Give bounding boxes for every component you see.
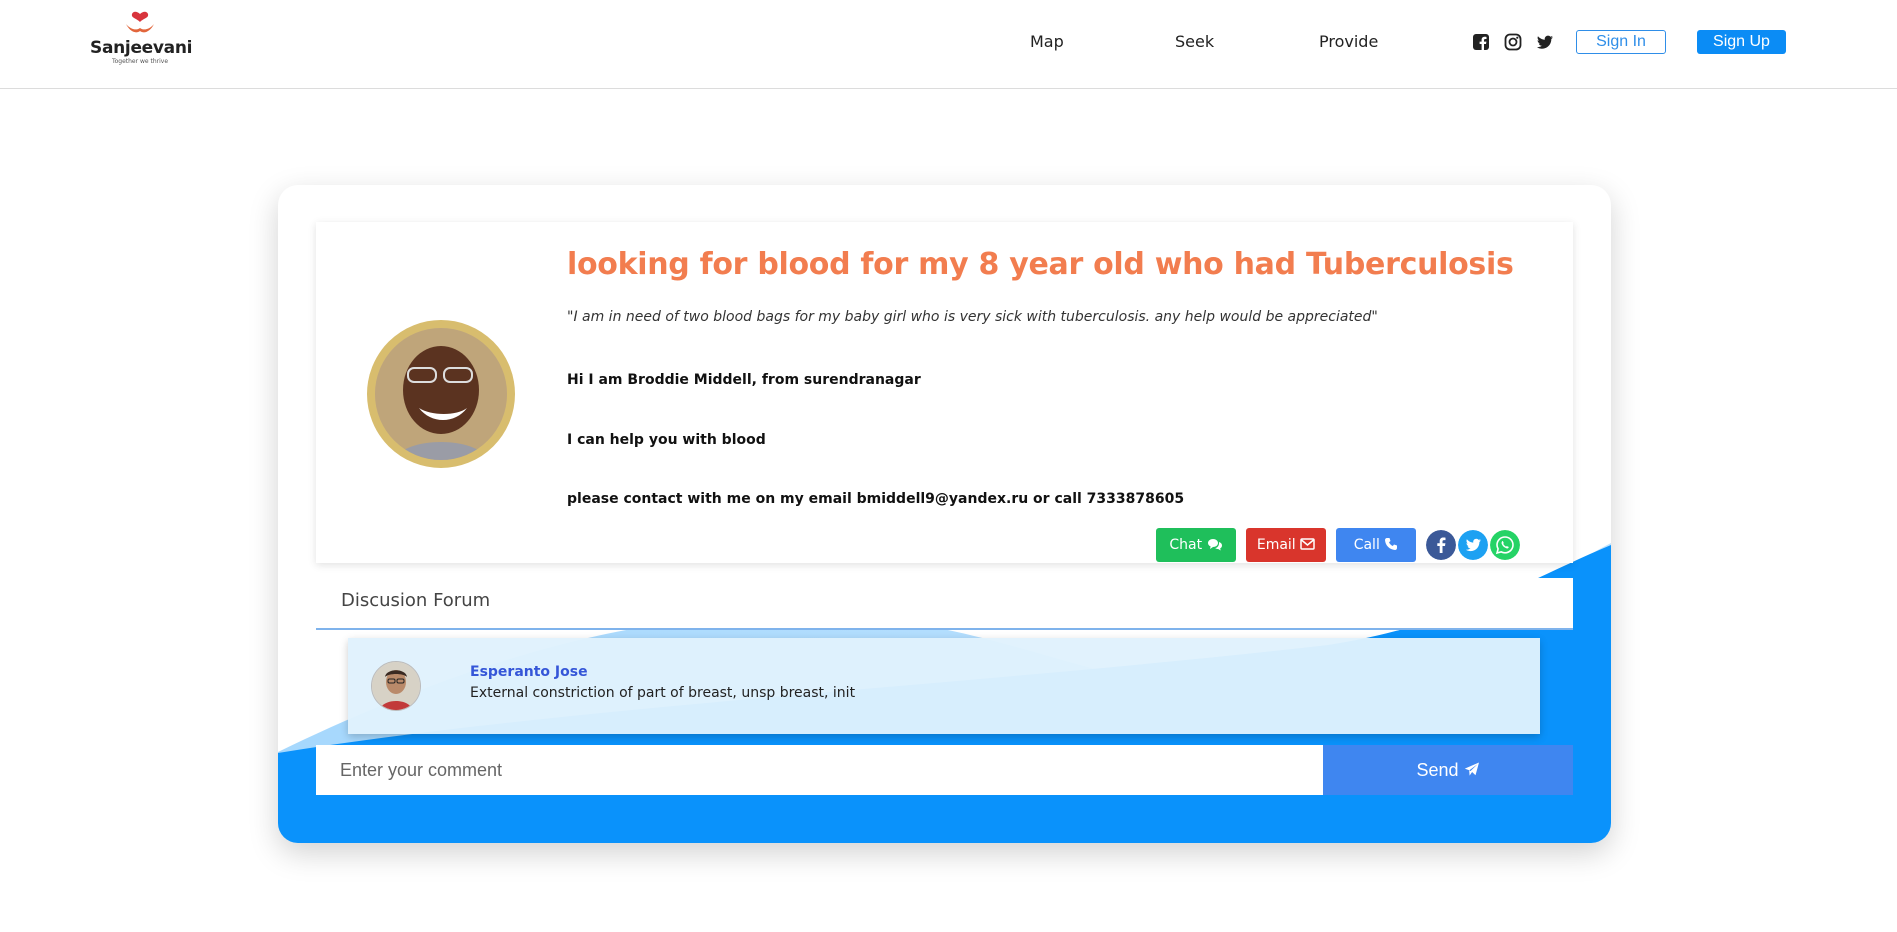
person-photo-icon — [375, 328, 507, 460]
commenter-avatar — [371, 661, 421, 711]
chat-label: Chat — [1169, 537, 1203, 553]
comment-text: External constriction of part of breast,… — [470, 685, 856, 701]
request-post: looking for blood for my 8 year old who … — [316, 222, 1573, 563]
nav-seek[interactable]: Seek — [1175, 32, 1214, 51]
nav-provide[interactable]: Provide — [1319, 32, 1378, 51]
comment-author[interactable]: Esperanto Jose — [470, 664, 588, 680]
post-quote: "I am in need of two blood bags for my b… — [567, 309, 1378, 325]
phone-icon — [1385, 538, 1398, 550]
brand-name: Sanjeevani — [90, 38, 193, 58]
paper-plane-icon — [1464, 762, 1479, 776]
call-label: Call — [1353, 537, 1380, 553]
post-intro: Hi I am Broddie Middell, from surendrana… — [567, 372, 921, 388]
person-photo-icon — [372, 662, 420, 710]
instagram-icon[interactable] — [1504, 33, 1522, 51]
chat-button[interactable]: Chat — [1156, 528, 1236, 562]
envelope-icon — [1300, 538, 1315, 550]
sign-in-button[interactable]: Sign In — [1576, 30, 1666, 54]
sign-up-button[interactable]: Sign Up — [1697, 30, 1786, 54]
post-offer: I can help you with blood — [567, 432, 766, 448]
send-label: Send — [1416, 760, 1459, 780]
email-button[interactable]: Email — [1246, 528, 1326, 562]
top-navbar: Sanjeevani Together we thrive Map Seek P… — [0, 0, 1897, 89]
twitter-icon[interactable] — [1536, 33, 1554, 51]
post-title: looking for blood for my 8 year old who … — [567, 247, 1514, 282]
chat-bubbles-icon — [1207, 539, 1222, 551]
nav-map[interactable]: Map — [1030, 32, 1064, 51]
call-button[interactable]: Call — [1336, 528, 1416, 562]
post-contact: please contact with me on my email bmidd… — [567, 491, 1185, 507]
send-button[interactable]: Send — [1323, 745, 1573, 795]
request-card: looking for blood for my 8 year old who … — [278, 185, 1611, 843]
email-label: Email — [1256, 537, 1296, 553]
list-item: Esperanto Jose External constriction of … — [348, 638, 1540, 734]
comment-input[interactable] — [316, 745, 1323, 795]
forum-title: Discusion Forum — [341, 590, 491, 611]
heart-hands-icon — [126, 11, 154, 33]
facebook-icon[interactable] — [1472, 33, 1490, 51]
brand-tagline: Together we thrive — [111, 58, 169, 65]
requester-avatar — [367, 320, 515, 468]
twitter-share-icon[interactable] — [1458, 530, 1488, 560]
whatsapp-share-icon[interactable] — [1490, 530, 1520, 560]
facebook-share-icon[interactable] — [1426, 530, 1456, 560]
forum-header: Discusion Forum — [316, 578, 1573, 630]
brand-logo[interactable]: Sanjeevani Together we thrive — [90, 10, 193, 72]
